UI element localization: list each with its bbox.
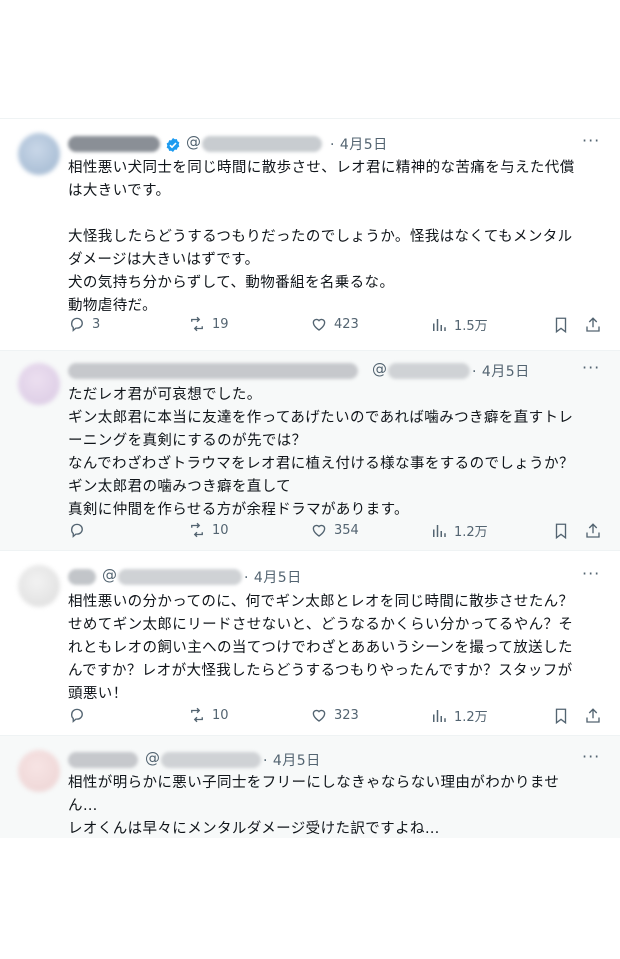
repost-icon — [191, 522, 203, 538]
bookmark-icon[interactable] — [552, 316, 570, 334]
more-options-icon[interactable]: ··· — [582, 747, 600, 766]
share-icon[interactable] — [584, 522, 602, 540]
handle-blurred — [161, 752, 261, 768]
avatar[interactable] — [18, 133, 60, 175]
repost-icon — [191, 707, 203, 723]
views-chart-icon — [433, 709, 446, 722]
handle-at: @ — [102, 566, 117, 584]
handle-at: @ — [145, 749, 160, 767]
reply-count: 3 — [92, 316, 101, 332]
reply-icon — [71, 708, 83, 723]
share-icon[interactable] — [584, 707, 602, 725]
post-date[interactable]: · 4月5日 — [263, 750, 321, 770]
tweet-4[interactable]: @ · 4月5日 ··· 相性が明らかに悪い子同士をフリーにしなきゃならない理由… — [0, 735, 620, 838]
reply-icon — [71, 523, 83, 538]
repost-count: 10 — [212, 707, 229, 723]
views-chart-icon — [433, 524, 446, 537]
tweet-3[interactable]: @ · 4月5日 ··· 相性悪いの分かってのに、何でギン太郎とレオを同じ時間に… — [0, 550, 620, 730]
more-options-icon[interactable]: ··· — [582, 358, 600, 377]
reply-button[interactable] — [68, 521, 92, 539]
avatar[interactable] — [18, 750, 60, 792]
handle-blurred — [202, 136, 322, 152]
post-date[interactable]: · 4月5日 — [330, 134, 388, 154]
handle-blurred — [118, 569, 242, 585]
reply-feed: @ · 4月5日 ··· 相性悪い犬同士を同じ時間に散歩させ、レオ君に精神的な苦… — [0, 118, 620, 838]
tweet-text: 相性悪いの分かってのに、何でギン太郎とレオを同じ時間に散歩させたん？ せめてギン… — [68, 594, 574, 702]
repost-button[interactable]: 10 — [188, 521, 229, 539]
repost-button[interactable]: 10 — [188, 706, 229, 724]
reply-button[interactable]: 3 — [68, 315, 100, 333]
repost-icon — [191, 316, 203, 332]
verified-badge-icon — [166, 138, 180, 152]
handle-at: @ — [186, 133, 201, 151]
reply-icon — [71, 317, 83, 332]
view-count: 1.2万 — [454, 710, 488, 725]
view-count: 1.5万 — [454, 319, 488, 334]
bookmark-icon[interactable] — [552, 707, 570, 725]
share-icon[interactable] — [584, 316, 602, 334]
handle-blurred — [388, 363, 470, 379]
like-count: 354 — [334, 522, 359, 538]
display-name-blurred[interactable] — [68, 752, 138, 768]
more-options-icon[interactable]: ··· — [582, 564, 600, 583]
post-date[interactable]: · 4月5日 — [244, 567, 302, 587]
post-date[interactable]: · 4月5日 — [472, 361, 530, 381]
view-count: 1.2万 — [454, 525, 488, 540]
tweet-1[interactable]: @ · 4月5日 ··· 相性悪い犬同士を同じ時間に散歩させ、レオ君に精神的な苦… — [0, 118, 620, 350]
like-count: 323 — [334, 707, 359, 723]
repost-count: 19 — [212, 316, 229, 332]
display-name-blurred[interactable] — [68, 569, 96, 585]
like-button[interactable]: 323 — [310, 706, 359, 724]
tweet-text: 相性が明らかに悪い子同士をフリーにしなきゃならない理由がわかりませ ん… レオく… — [68, 775, 560, 837]
like-count: 423 — [334, 316, 359, 332]
tweet-2[interactable]: @ · 4月5日 ··· ただレオ君が可哀想でした。 ギン太郎君に本当に友達を作… — [0, 350, 620, 550]
repost-button[interactable]: 19 — [188, 315, 229, 333]
views-button[interactable]: 1.5万 — [430, 315, 488, 334]
like-button[interactable]: 423 — [310, 315, 359, 333]
repost-count: 10 — [212, 522, 229, 538]
avatar[interactable] — [18, 363, 60, 405]
heart-icon — [312, 318, 326, 331]
bookmark-icon[interactable] — [552, 522, 570, 540]
avatar[interactable] — [18, 565, 60, 607]
like-button[interactable]: 354 — [310, 521, 359, 539]
heart-icon — [312, 709, 326, 722]
tweet-text: ただレオ君が可哀想でした。 ギン太郎君に本当に友達を作ってあげたいのであれば噛み… — [68, 387, 574, 518]
reply-button[interactable] — [68, 706, 86, 724]
more-options-icon[interactable]: ··· — [582, 131, 600, 150]
display-name-blurred[interactable] — [68, 363, 358, 379]
heart-icon — [312, 524, 326, 537]
display-name-blurred[interactable] — [68, 136, 160, 152]
tweet-text: 相性悪い犬同士を同じ時間に散歩させ、レオ君に精神的な苦痛を与えた代償 は大きいで… — [68, 160, 575, 314]
handle-at: @ — [372, 360, 387, 378]
views-button[interactable]: 1.2万 — [430, 521, 488, 540]
views-chart-icon — [433, 318, 446, 331]
views-button[interactable]: 1.2万 — [430, 706, 488, 725]
